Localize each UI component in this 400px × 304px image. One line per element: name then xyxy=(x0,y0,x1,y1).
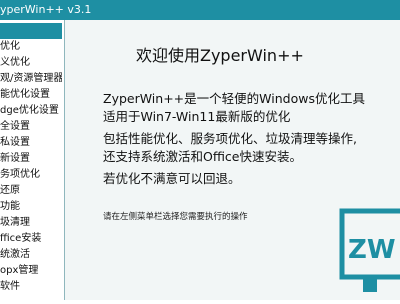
sidebar: 优化 义优化 观/资源管理器 能优化设置 dge优化设置 全设置 私设置 新设置… xyxy=(0,20,65,300)
welcome-heading: 欢迎使用ZyperWin++ xyxy=(136,46,304,65)
intro-line-2: 适用于Win7-Win11最新版的优化 xyxy=(103,109,291,124)
sidebar-item-features[interactable]: 功能 xyxy=(0,199,62,215)
logo-text: ZW xyxy=(348,235,396,265)
title-bar: yperWin++ v3.1 xyxy=(0,0,400,20)
sidebar-item-edge[interactable]: dge优化设置 xyxy=(0,103,62,119)
sidebar-item-cleanup[interactable]: 圾清理 xyxy=(0,215,62,231)
sidebar-item-update[interactable]: 新设置 xyxy=(0,151,62,167)
sidebar-item-office-install[interactable]: ffice安装 xyxy=(0,231,62,247)
sidebar-item-performance[interactable]: 能优化设置 xyxy=(0,87,62,103)
intro-line-4: 还支持系统激活和Office快速安装。 xyxy=(103,149,302,164)
sidebar-item-security[interactable]: 全设置 xyxy=(0,119,62,135)
instruction-note: 请在左侧菜单栏选择您需要执行的操作 xyxy=(103,212,248,222)
sidebar-item-privacy[interactable]: 私设置 xyxy=(0,135,62,151)
window-title: yperWin++ v3.1 xyxy=(0,3,92,16)
sidebar-item-services[interactable]: 务项优化 xyxy=(0,167,62,183)
main-panel: 欢迎使用ZyperWin++ ZyperWin++是一个轻便的Windows优化… xyxy=(66,20,400,300)
sidebar-item-software[interactable]: 软件 xyxy=(0,279,62,295)
sidebar-item-quick-optimize[interactable]: 优化 xyxy=(0,39,62,55)
zyperwin-logo-icon: ZW xyxy=(339,208,400,300)
intro-line-1: ZyperWin++是一个轻便的Windows优化工具 xyxy=(103,91,365,106)
sidebar-item-custom-optimize[interactable]: 义优化 xyxy=(0,55,62,71)
sidebar-item-explorer[interactable]: 观/资源管理器 xyxy=(0,71,62,87)
intro-line-5: 若优化不满意可以回退。 xyxy=(103,171,241,186)
sidebar-item-restore[interactable]: 还原 xyxy=(0,183,62,199)
intro-line-3: 包括性能优化、服务项优化、垃圾清理等操作, xyxy=(103,131,357,146)
sidebar-item-appx[interactable]: opx管理 xyxy=(0,263,62,279)
sidebar-item-activation[interactable]: 统激活 xyxy=(0,247,62,263)
sidebar-item-home[interactable] xyxy=(0,23,62,39)
